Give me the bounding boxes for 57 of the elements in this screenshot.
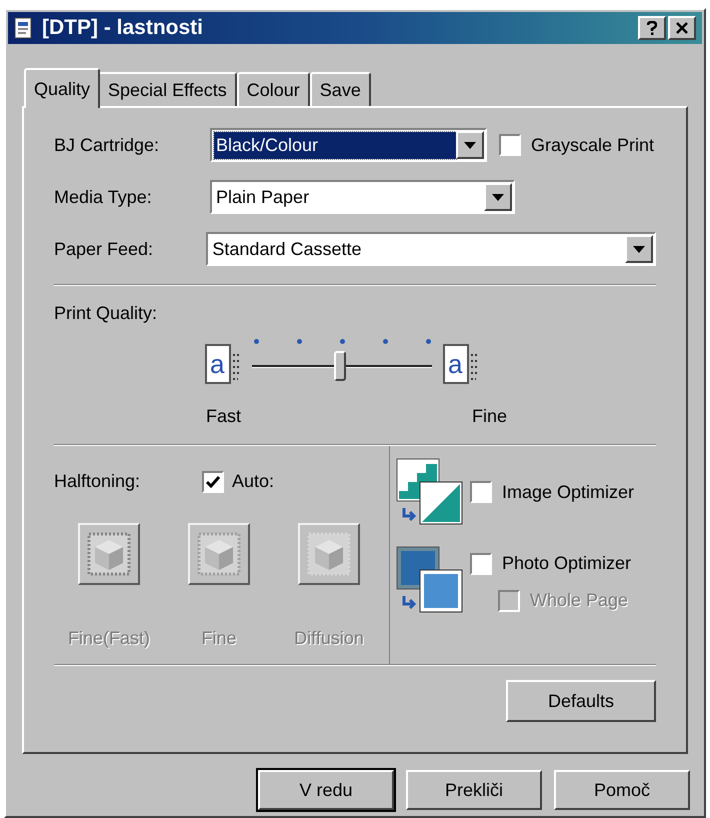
- checkbox[interactable]: [470, 552, 492, 574]
- tick-mark: [383, 339, 388, 344]
- tab[interactable]: Quality: [24, 68, 100, 108]
- dropdown-value: Standard Cassette: [211, 238, 362, 260]
- checkbox-label: Whole Page: [530, 589, 628, 612]
- slider-label: Fine: [472, 405, 508, 428]
- dropdown-field[interactable]: Black/Colour: [210, 128, 487, 162]
- photo-optimizer-icon: [396, 546, 464, 614]
- dialog-button[interactable]: V redu: [258, 770, 394, 810]
- close-icon: [676, 22, 688, 34]
- field-label: BJ Cartridge:: [54, 134, 160, 157]
- checkbox[interactable]: [470, 481, 492, 503]
- dropdown-button[interactable]: [484, 183, 512, 211]
- section-label: Print Quality:: [54, 302, 158, 325]
- tick-mark: [426, 339, 431, 344]
- field-label: Paper Feed:: [54, 238, 154, 261]
- help-button[interactable]: [638, 16, 666, 40]
- checkbox-label: Photo Optimizer: [502, 552, 632, 575]
- dropdown-field[interactable]: Plain Paper: [210, 180, 515, 214]
- cube-icon: [307, 532, 351, 576]
- dropdown-value: Black/Colour: [214, 132, 456, 158]
- checkbox[interactable]: [499, 134, 521, 156]
- tick-mark: [340, 339, 345, 344]
- dropdown-field[interactable]: Standard Cassette: [206, 232, 656, 266]
- halftone-label: Fine: [201, 627, 236, 650]
- caret-icon: [633, 246, 645, 252]
- slider-label: Fast: [206, 405, 242, 428]
- question-mark-icon: [647, 21, 657, 35]
- gradient-steps-icon: [396, 458, 464, 526]
- dialog-button[interactable]: Prekliči: [406, 770, 542, 810]
- defaults-button[interactable]: Defaults: [506, 680, 656, 722]
- halftone-label: Diffusion: [294, 627, 364, 650]
- section-label: Halftoning:: [54, 470, 142, 493]
- tick-mark: [254, 339, 259, 344]
- cube-icon: [197, 532, 241, 576]
- dropdown-value: Plain Paper: [215, 186, 310, 209]
- checkbox[interactable]: [202, 470, 224, 492]
- tab[interactable]: Colour: [236, 72, 310, 106]
- checkbox-label: Auto:: [232, 470, 274, 493]
- checkmark-icon: [206, 476, 220, 488]
- checkbox-label: Grayscale Print: [531, 134, 654, 157]
- field-label: Media Type:: [54, 186, 153, 209]
- printer-document-icon: [14, 17, 34, 39]
- caret-icon: [464, 142, 476, 148]
- dropdown-button[interactable]: [625, 235, 653, 263]
- dropdown-button[interactable]: [456, 131, 484, 159]
- tab[interactable]: Save: [310, 72, 371, 106]
- tick-mark: [297, 339, 302, 344]
- halftone-label: Fine(Fast): [68, 627, 150, 650]
- cube-icon: [87, 532, 131, 576]
- tab[interactable]: Special Effects: [98, 72, 237, 106]
- dialog-button[interactable]: Pomoč: [554, 770, 690, 810]
- caret-icon: [492, 194, 504, 200]
- window-title: [DTP] - lastnosti: [42, 15, 204, 42]
- checkbox-label: Image Optimizer: [502, 480, 634, 504]
- slider-thumb[interactable]: [334, 351, 346, 381]
- close-button[interactable]: [668, 16, 696, 40]
